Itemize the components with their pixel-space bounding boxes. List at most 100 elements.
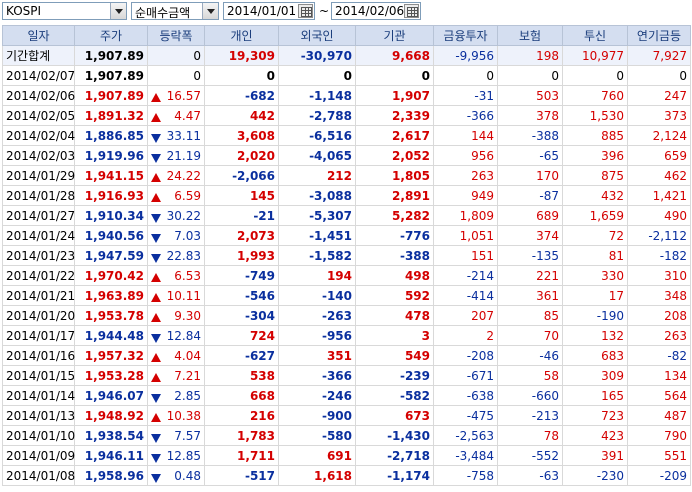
cell-institution: 1,907 — [355, 85, 434, 106]
header-date[interactable]: 일자 — [2, 25, 75, 46]
cell-price: 1,916.93 — [74, 185, 148, 206]
cell-change: 22.83 — [147, 245, 205, 266]
cell-institution: 0 — [355, 65, 434, 86]
cell-institution: -388 — [355, 245, 434, 266]
table-row[interactable]: 2014/01/20 1,953.78 9.30 -304 -263 478 207 85 -1… — [2, 305, 691, 326]
down-arrow-icon — [151, 133, 161, 143]
table-row[interactable]: 2014/02/04 1,886.85 33.11 3,608 -6,516 2,617 1… — [2, 125, 691, 146]
header-institution[interactable]: 기관 — [355, 25, 434, 46]
cell-investment-trust: 17 — [562, 285, 628, 306]
cell-foreign: -580 — [278, 425, 356, 446]
table-row[interactable]: 2014/02/03 1,919.96 21.19 2,020 -4,065 2,052 9… — [2, 145, 691, 166]
cell-financial-investment: 1,051 — [433, 225, 498, 246]
table-row[interactable]: 2014/01/23 1,947.59 22.83 1,993 -1,582 -388 15… — [2, 245, 691, 266]
cell-date: 2014/02/06 — [2, 85, 75, 106]
table-row[interactable]: 2014/01/27 1,910.34 30.22 -21 -5,307 5,282 1,8… — [2, 205, 691, 226]
cell-investment-trust: 391 — [562, 445, 628, 466]
table-row[interactable]: 2014/02/06 1,907.89 16.57 -682 -1,148 1,907 -3… — [2, 85, 691, 106]
table-body: 기간합계 1,907.89 0 19,309 -30,970 9,668 -9,956 198… — [2, 45, 691, 486]
cell-institution: -776 — [355, 225, 434, 246]
cell-price: 1,910.34 — [74, 205, 148, 226]
change-value: 0.48 — [174, 468, 201, 483]
table-row[interactable]: 2014/01/08 1,958.96 0.48 -517 1,618 -1,174 -75… — [2, 465, 691, 486]
date-from-field[interactable]: 2014/01/01 — [223, 2, 315, 20]
table-row[interactable]: 2014/01/24 1,940.56 7.03 2,073 -1,451 -776 1,0… — [2, 225, 691, 246]
cell-institution: 592 — [355, 285, 434, 306]
cell-date: 2014/01/27 — [2, 205, 75, 226]
chevron-down-icon[interactable] — [110, 3, 126, 19]
change-value: 7.03 — [174, 228, 201, 243]
market-select-value: KOSPI — [6, 4, 42, 18]
table-row[interactable]: 2014/01/21 1,963.89 10.11 -546 -140 592 -414 36… — [2, 285, 691, 306]
cell-institution: 549 — [355, 345, 434, 366]
table-row[interactable]: 2014/01/29 1,941.15 24.22 -2,066 212 1,805 263… — [2, 165, 691, 186]
table-row[interactable]: 2014/02/07 1,907.89 0 0 0 0 0 0 0 0 — [2, 65, 691, 86]
table-row[interactable]: 2014/01/13 1,948.92 10.38 216 -900 673 -475 -21… — [2, 405, 691, 426]
header-foreign[interactable]: 외국인 — [278, 25, 356, 46]
cell-foreign: -140 — [278, 285, 356, 306]
chevron-down-icon[interactable] — [202, 3, 218, 19]
table-row[interactable]: 2014/01/17 1,944.48 12.84 724 -956 3 2 70 132 263 — [2, 325, 691, 346]
cell-individual: -517 — [204, 465, 279, 486]
cell-foreign: -5,307 — [278, 205, 356, 226]
date-to-field[interactable]: 2014/02/06 — [331, 2, 421, 20]
cell-date: 2014/02/04 — [2, 125, 75, 146]
cell-individual: -21 — [204, 205, 279, 226]
cell-insurance: -46 — [497, 345, 563, 366]
up-arrow-icon — [151, 372, 161, 382]
cell-date: 2014/01/13 — [2, 405, 75, 426]
header-insurance[interactable]: 보험 — [497, 25, 563, 46]
table-row[interactable]: 2014/01/14 1,946.07 2.85 668 -246 -582 -638 -66… — [2, 385, 691, 406]
cell-change: 33.11 — [147, 125, 205, 146]
cell-individual: 0 — [204, 65, 279, 86]
cell-pension: 1,421 — [627, 185, 691, 206]
metric-select-value: 순매수금액 — [135, 6, 191, 20]
investor-trading-table: 일자 주가 등락폭 개인 외국인 기관 금융투자 보험 투신 연기금등 기간합계… — [2, 25, 691, 486]
cell-price: 1,944.48 — [74, 325, 148, 346]
header-pension[interactable]: 연기금등 — [627, 25, 691, 46]
header-price[interactable]: 주가 — [74, 25, 148, 46]
table-row[interactable]: 2014/02/05 1,891.32 4.47 442 -2,788 2,339 -366… — [2, 105, 691, 126]
change-value: 24.22 — [166, 168, 201, 183]
cell-date: 2014/01/28 — [2, 185, 75, 206]
calendar-icon[interactable] — [404, 4, 419, 18]
cell-individual: 1,783 — [204, 425, 279, 446]
cell-price: 1,907.89 — [74, 85, 148, 106]
table-row[interactable]: 2014/01/09 1,946.11 12.85 1,711 691 -2,718 -3,… — [2, 445, 691, 466]
down-arrow-icon — [151, 473, 161, 483]
change-value: 6.53 — [174, 268, 201, 283]
cell-financial-investment: -31 — [433, 85, 498, 106]
cell-date: 2014/01/22 — [2, 265, 75, 286]
cell-change: 7.03 — [147, 225, 205, 246]
change-value: 16.57 — [166, 88, 201, 103]
change-value: 7.21 — [174, 368, 201, 383]
cell-individual: 538 — [204, 365, 279, 386]
table-row[interactable]: 2014/01/22 1,970.42 6.53 -749 194 498 -214 221 3… — [2, 265, 691, 286]
header-change[interactable]: 등락폭 — [147, 25, 205, 46]
market-select[interactable]: KOSPI — [2, 2, 127, 20]
header-individual[interactable]: 개인 — [204, 25, 279, 46]
down-arrow-icon — [151, 453, 161, 463]
table-row[interactable]: 2014/01/28 1,916.93 6.59 145 -3,088 2,891 949-… — [2, 185, 691, 206]
metric-select[interactable]: 순매수금액 — [131, 2, 219, 20]
cell-insurance: 0 — [497, 65, 563, 86]
cell-foreign: -3,088 — [278, 185, 356, 206]
change-value: 7.57 — [174, 428, 201, 443]
cell-financial-investment: -671 — [433, 365, 498, 386]
calendar-icon[interactable] — [298, 4, 313, 18]
header-financial-investment[interactable]: 금융투자 — [433, 25, 498, 46]
header-investment-trust[interactable]: 투신 — [562, 25, 628, 46]
table-row[interactable]: 2014/01/15 1,953.28 7.21 538 -366 -239 -671 58 3… — [2, 365, 691, 386]
cell-institution: 673 — [355, 405, 434, 426]
table-row[interactable]: 2014/01/16 1,957.32 4.04 -627 351 549 -208 -46 6… — [2, 345, 691, 366]
cell-foreign: -263 — [278, 305, 356, 326]
cell-pension: 2,124 — [627, 125, 691, 146]
table-total-row[interactable]: 기간합계 1,907.89 0 19,309 -30,970 9,668 -9,956 198… — [2, 45, 691, 66]
cell-change: 0 — [147, 65, 205, 86]
cell-financial-investment: -475 — [433, 405, 498, 426]
cell-insurance: -65 — [497, 145, 563, 166]
cell-institution: 478 — [355, 305, 434, 326]
table-row[interactable]: 2014/01/10 1,938.54 7.57 1,783 -580 -1,430 -2,… — [2, 425, 691, 446]
cell-investment-trust: -190 — [562, 305, 628, 326]
cell-individual: 19,309 — [204, 45, 279, 66]
